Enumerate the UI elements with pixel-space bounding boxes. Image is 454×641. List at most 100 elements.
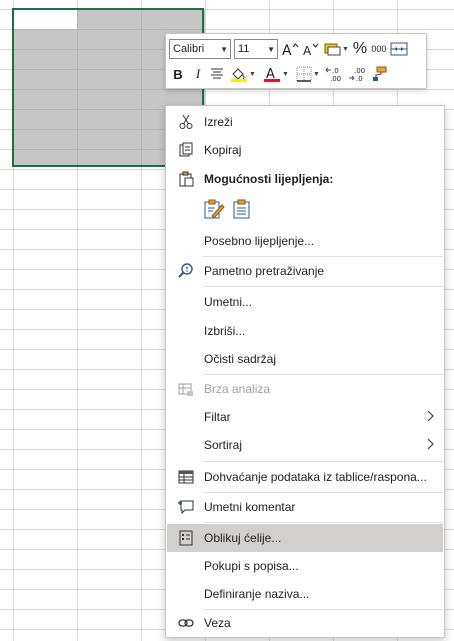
chevron-down-icon: ▼	[267, 44, 275, 54]
decrease-decimal-button[interactable]: .00.0	[348, 64, 368, 84]
svg-text:.0: .0	[356, 75, 363, 82]
borders-icon	[296, 66, 312, 82]
menu-item-label: Umetni komentar	[204, 500, 296, 514]
menu-item-label: Umetni...	[204, 295, 253, 309]
menu-item-paste-special[interactable]: Posebno lijepljenje...	[167, 227, 443, 255]
menu-item-label: Pametno pretraživanje	[204, 264, 325, 278]
merge-cells-icon	[390, 42, 408, 56]
context-menu: Izreži Kopiraj Mogućnosti lijepljenja: P…	[165, 105, 445, 638]
comma-style-button[interactable]: 000	[371, 39, 387, 59]
menu-item-label: Posebno lijepljenje...	[204, 234, 315, 248]
chevron-down-icon: ▼	[249, 70, 256, 78]
mini-toolbar-row-1: Calibri ▼ 11 ▼ A A ▼ % 000	[169, 38, 411, 60]
font-color-icon: A	[264, 67, 281, 82]
clipboard-icon	[233, 199, 250, 219]
menu-item-label: Pokupi s popisa...	[204, 559, 299, 573]
table-icon	[177, 468, 195, 486]
menu-item-get-data-from-table[interactable]: Dohvaćanje podataka iz tablice/raspona..…	[167, 463, 443, 491]
menu-item-define-name[interactable]: Definiranje naziva...	[167, 580, 443, 608]
menu-item-label: Brza analiza	[204, 382, 271, 396]
menu-item-label: Kopiraj	[204, 143, 242, 157]
chevron-right-icon	[427, 410, 435, 425]
menu-item-smart-lookup[interactable]: Pametno pretraživanje	[167, 257, 443, 285]
paste-keep-source-button[interactable]	[203, 198, 225, 223]
svg-text:.00: .00	[330, 75, 341, 82]
menu-item-label: Sortiraj	[204, 438, 243, 452]
comment-icon	[177, 498, 195, 516]
menu-item-label: Mogućnosti lijepljenja:	[204, 172, 334, 186]
increase-decimal-icon: .0.00	[325, 67, 341, 82]
mini-toolbar-row-2: B I ▼ A ▼ ▼ .0.00 .00.0	[169, 63, 390, 85]
menu-item-format-cells[interactable]: Oblikuj ćelije...	[167, 524, 443, 552]
svg-text:A: A	[303, 44, 312, 57]
menu-item-delete[interactable]: Izbriši...	[167, 317, 443, 345]
font-size-value: 11	[238, 43, 250, 55]
menu-item-insert-comment[interactable]: Umetni komentar	[167, 493, 443, 521]
svg-text:.00: .00	[354, 67, 365, 75]
menu-item-label: Filtar	[204, 410, 231, 424]
paste-button[interactable]	[231, 198, 253, 223]
menu-item-label: Oblikuj ćelije...	[204, 531, 282, 545]
percent-style-button[interactable]: %	[352, 39, 368, 59]
font-name-value: Calibri	[173, 43, 205, 55]
menu-item-label: Očisti sadržaj	[204, 352, 277, 366]
bold-label: B	[173, 66, 183, 82]
paste-icon	[177, 170, 195, 188]
scissors-icon	[177, 113, 195, 131]
menu-separator	[203, 461, 443, 462]
format-painter-button[interactable]	[371, 64, 387, 84]
italic-button[interactable]: I	[190, 64, 206, 84]
italic-label: I	[195, 66, 201, 81]
font-size-combo[interactable]: 11 ▼	[234, 39, 278, 59]
increase-font-size-button[interactable]: A	[281, 39, 299, 59]
menu-item-pick-from-list[interactable]: Pokupi s popisa...	[167, 552, 443, 580]
menu-item-label: Definiranje naziva...	[204, 587, 310, 601]
font-color-button[interactable]: A ▼	[261, 64, 291, 84]
chevron-down-icon: ▼	[220, 44, 228, 54]
menu-item-insert[interactable]: Umetni...	[167, 288, 443, 316]
align-center-button[interactable]	[209, 64, 225, 84]
quick-analysis-icon	[177, 380, 195, 398]
font-name-combo[interactable]: Calibri ▼	[169, 39, 231, 59]
menu-item-sort[interactable]: Sortiraj	[167, 431, 443, 459]
mini-toolbar: Calibri ▼ 11 ▼ A A ▼ % 000 B I ▼ A ▼ ▼ .…	[165, 33, 427, 89]
accounting-format-icon	[324, 43, 341, 56]
paste-keep-source-icon	[204, 199, 225, 219]
decrease-font-size-button[interactable]: A	[302, 39, 320, 59]
increase-font-size-icon: A	[282, 43, 299, 57]
decrease-decimal-icon: .00.0	[349, 67, 365, 82]
copy-icon	[177, 141, 195, 159]
menu-item-label: Izbriši...	[204, 324, 246, 338]
merge-center-button[interactable]	[390, 39, 408, 59]
format-cells-icon	[177, 529, 195, 547]
chevron-right-icon	[427, 438, 435, 453]
menu-item-label: Izreži	[204, 115, 233, 129]
fill-color-icon	[231, 68, 248, 82]
percent-label: %	[352, 40, 368, 57]
menu-item-copy[interactable]: Kopiraj	[167, 136, 443, 164]
svg-text:.0: .0	[332, 67, 339, 75]
borders-button[interactable]: ▼	[294, 64, 322, 84]
increase-decimal-button[interactable]: .0.00	[325, 64, 345, 84]
menu-item-link[interactable]: Veza	[167, 609, 443, 637]
link-icon	[177, 614, 195, 632]
fill-color-button[interactable]: ▼	[228, 64, 258, 84]
chevron-down-icon: ▼	[282, 70, 289, 78]
menu-item-label: Veza	[204, 616, 231, 630]
smart-lookup-icon	[177, 262, 195, 280]
paste-options-row	[203, 198, 253, 223]
menu-item-label: Dohvaćanje podataka iz tablice/raspona..…	[204, 470, 427, 484]
menu-item-filter[interactable]: Filtar	[167, 403, 443, 431]
menu-item-paste-options: Mogućnosti lijepljenja:	[167, 165, 443, 193]
thousands-label: 000	[371, 44, 387, 54]
menu-separator	[203, 286, 443, 287]
chevron-down-icon: ▼	[313, 70, 320, 78]
accounting-format-button[interactable]: ▼	[323, 39, 349, 59]
bold-button[interactable]: B	[169, 64, 187, 84]
menu-item-clear-contents[interactable]: Očisti sadržaj	[167, 345, 443, 373]
menu-separator	[203, 522, 443, 523]
decrease-font-size-icon: A	[303, 43, 319, 57]
menu-item-cut[interactable]: Izreži	[167, 108, 443, 136]
menu-item-quick-analysis: Brza analiza	[167, 375, 443, 403]
svg-text:A: A	[282, 43, 292, 57]
